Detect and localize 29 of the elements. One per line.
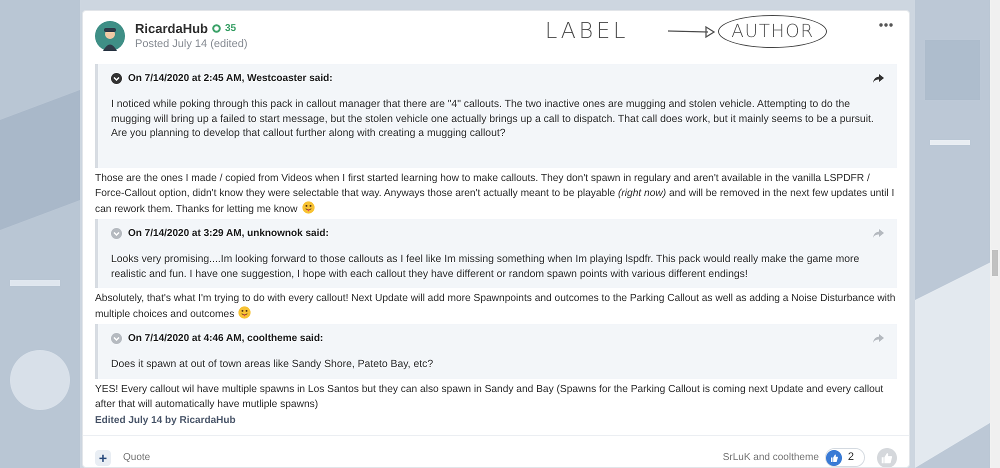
thumbs-up-icon: [826, 450, 842, 466]
chevron-circle-icon[interactable]: [111, 72, 122, 84]
add-button[interactable]: +: [95, 450, 111, 466]
reputation-count: 35: [224, 22, 236, 36]
thumbs-up-icon: [881, 452, 893, 464]
reputation-icon: [212, 24, 221, 33]
avatar[interactable]: [95, 21, 125, 51]
handwritten-circled-label: AUTHOR: [718, 15, 828, 48]
quote-link[interactable]: Quote: [123, 450, 723, 465]
edited-note: Edited July 14 by RicardaHub: [95, 414, 237, 428]
like-button[interactable]: [877, 448, 897, 467]
handwritten-label: LABEL: [545, 18, 628, 46]
reaction-count-button[interactable]: 2: [824, 448, 865, 467]
quote-attribution: On 7/14/2020 at 3:29 AM, unknownok said:: [128, 226, 330, 240]
arrow-drawing: [668, 26, 716, 38]
post-text: YES! Every callout wil have multiple spawns in Los Santos but they can also spawn in Sandy and Bay (Spawns for the Parking Callout is coming next Update and every callout after that will automatically have mutliple spawns): [95, 382, 884, 412]
more-options-icon[interactable]: [879, 23, 893, 27]
share-arrow-icon[interactable]: [873, 74, 884, 82]
quote-text: Looks very promising....Im looking forward to those callouts as I feel like Im missing something when Im playing lspdfr. This pack would really make the game more realistic and fun. I have one suggestion, I hope with each callout they have different or random spawn points with various different endings!: [110, 253, 860, 282]
reactors-text: SrLuK and cooltheme: [722, 451, 819, 465]
post-text: Those are the ones I made / copied from Videos when I first started learning how to make callouts. They don't spawn in regulary and aren't available in the vanilla LSPDFR / Force-Callout option, didn't know they were selectable that way. Anyways those aren't actually meant to be playable (right now) and will be removed in the next few updates until I can rework them. Thanks for letting me know: [95, 172, 896, 217]
scrollbar-thumb[interactable]: [992, 250, 998, 276]
post-date: Posted July 14 (edited): [135, 36, 248, 52]
quote-text: I noticed while poking through this pack in callout manager that there are "4" callouts. The two inactive ones are mugging and stolen vehicle. Attempting to do the mugging will bring up a failed to start message, but the stolen vehicle one actually brings up a call to dispatch. That call does work, but it mainly seems to be a pursuit. Are you planning to develop that callout further along with creating a mugging callout?: [110, 98, 875, 141]
post-text: Absolutely, that's what I'm trying to do with every callout! Next Update will add more Spawnpoints and outcomes to the Parking Callout as well as adding a Noise Disturbance with multiple choices and outcomes: [95, 292, 896, 322]
author-name[interactable]: RicardaHub: [135, 20, 208, 36]
quote-attribution: On 7/14/2020 at 2:45 AM, Westcoaster said:: [128, 72, 334, 86]
quote-text: Does it spawn at out of town areas like Sandy Shore, Pateto Bay, etc?: [110, 358, 434, 372]
quote-attribution: On 7/14/2020 at 4:46 AM, cooltheme said:: [128, 332, 324, 346]
